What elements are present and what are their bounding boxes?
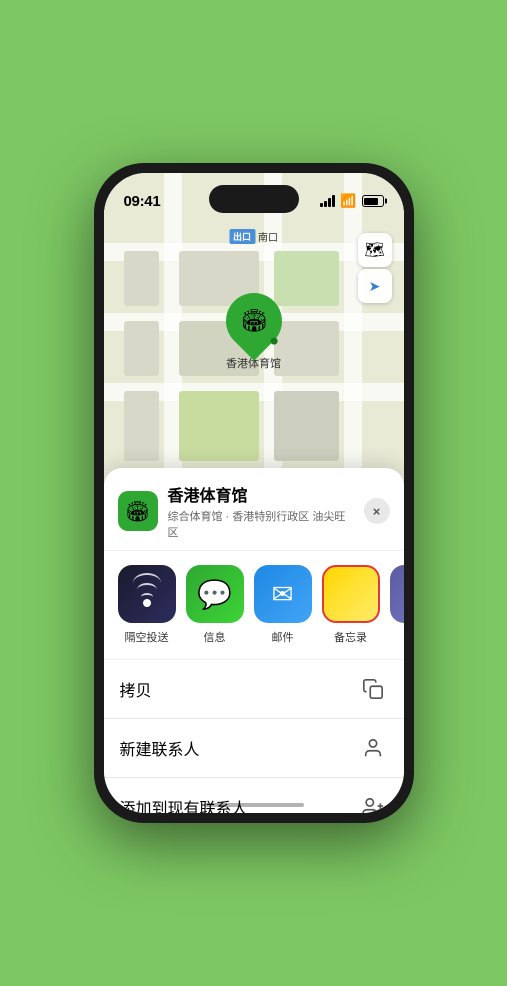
wifi-icon: 📶 xyxy=(340,193,356,209)
person-icon xyxy=(358,733,388,763)
exit-tag: 出口 xyxy=(229,229,255,244)
more-share-item[interactable]: 提 xyxy=(390,565,404,645)
map-area[interactable]: 出口 南口 🗺 ➤ 🏟 香港体育馆 xyxy=(104,173,404,493)
bottom-sheet: 🏟 香港体育馆 综合体育馆 · 香港特别行政区 油尖旺区 × xyxy=(104,468,404,813)
mail-label: 邮件 xyxy=(272,629,294,645)
map-controls: 🗺 ➤ xyxy=(358,233,392,303)
battery-icon xyxy=(362,195,384,207)
airdrop-share-item[interactable]: 隔空投送 xyxy=(118,565,176,645)
notes-share-item[interactable]: 备忘录 xyxy=(322,565,380,645)
message-icon-wrap: 💬 xyxy=(186,565,244,623)
home-indicator xyxy=(204,803,304,807)
message-share-item[interactable]: 💬 信息 xyxy=(186,565,244,645)
new-contact-action[interactable]: 新建联系人 xyxy=(104,719,404,778)
close-button[interactable]: × xyxy=(364,498,390,524)
exit-name: 南口 xyxy=(258,229,278,244)
mail-share-item[interactable]: ✉ 邮件 xyxy=(254,565,312,645)
venue-pin-icon: 🏟 xyxy=(240,308,268,334)
mail-icon-wrap: ✉ xyxy=(254,565,312,623)
notes-icon-wrap xyxy=(322,565,380,623)
location-button[interactable]: ➤ xyxy=(358,269,392,303)
phone-screen: 09:41 📶 xyxy=(104,173,404,813)
status-time: 09:41 xyxy=(124,193,161,210)
location-pin: 🏟 香港体育馆 xyxy=(226,293,282,371)
dynamic-island xyxy=(209,185,299,213)
airdrop-icon xyxy=(132,579,162,609)
notes-icon xyxy=(343,574,359,614)
venue-info: 香港体育馆 综合体育馆 · 香港特别行政区 油尖旺区 xyxy=(168,482,354,540)
venue-subtitle: 综合体育馆 · 香港特别行政区 油尖旺区 xyxy=(168,508,354,540)
action-list: 拷贝 新建联系人 xyxy=(104,660,404,813)
map-exit-label: 出口 南口 xyxy=(229,229,278,244)
signal-bars-icon xyxy=(320,195,335,207)
airdrop-icon-wrap xyxy=(118,565,176,623)
venue-name: 香港体育馆 xyxy=(168,482,354,506)
copy-icon xyxy=(358,674,388,704)
mail-icon: ✉ xyxy=(272,579,294,610)
copy-action[interactable]: 拷贝 xyxy=(104,660,404,719)
person-add-icon xyxy=(358,792,388,813)
more-icon-wrap xyxy=(390,565,404,623)
map-type-button[interactable]: 🗺 xyxy=(358,233,392,267)
venue-icon-emoji: 🏟 xyxy=(125,499,150,524)
share-row: 隔空投送 💬 信息 ✉ 邮件 xyxy=(104,551,404,660)
venue-icon: 🏟 xyxy=(118,491,158,531)
location-arrow-icon: ➤ xyxy=(369,278,381,295)
airdrop-label: 隔空投送 xyxy=(125,629,169,645)
copy-label: 拷贝 xyxy=(120,677,152,701)
status-icons: 📶 xyxy=(320,193,383,209)
phone-frame: 09:41 📶 xyxy=(94,163,414,823)
message-icon: 💬 xyxy=(197,578,232,611)
add-contact-action[interactable]: 添加到现有联系人 xyxy=(104,778,404,813)
notes-label: 备忘录 xyxy=(334,629,367,645)
sheet-header: 🏟 香港体育馆 综合体育馆 · 香港特别行政区 油尖旺区 × xyxy=(104,468,404,551)
new-contact-label: 新建联系人 xyxy=(120,736,200,760)
message-label: 信息 xyxy=(204,629,226,645)
pin-circle: 🏟 xyxy=(214,281,293,360)
map-icon: 🗺 xyxy=(364,240,384,260)
